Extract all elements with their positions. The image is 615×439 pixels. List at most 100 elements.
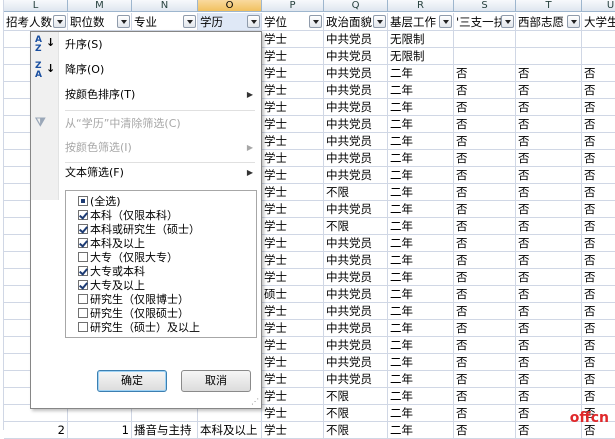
table-cell[interactable]: 学士 xyxy=(262,422,324,439)
checklist-item[interactable]: 研究生（仅限硕士） xyxy=(78,307,189,321)
checklist-item[interactable]: 研究生（硕士）及以上 xyxy=(78,321,200,335)
table-cell[interactable]: 学士 xyxy=(262,337,324,354)
table-cell[interactable]: 学士 xyxy=(262,405,324,422)
table-cell[interactable]: 否 xyxy=(454,388,516,405)
checklist-item[interactable]: 本科（仅限本科） xyxy=(78,209,178,223)
checkbox[interactable] xyxy=(78,224,88,234)
table-cell[interactable]: 否 xyxy=(582,354,615,371)
cancel-button[interactable]: 取消 xyxy=(181,370,251,392)
table-cell[interactable]: 二年 xyxy=(388,354,454,371)
table-cell[interactable]: 否 xyxy=(582,184,615,201)
table-cell[interactable]: 中共党员 xyxy=(324,320,388,337)
table-cell[interactable]: 否 xyxy=(516,116,582,133)
table-cell[interactable]: 否 xyxy=(516,150,582,167)
table-cell[interactable]: 中共党员 xyxy=(324,354,388,371)
table-cell[interactable]: 否 xyxy=(582,269,615,286)
table-cell[interactable]: 否 xyxy=(454,269,516,286)
table-cell[interactable]: 不限 xyxy=(324,405,388,422)
filter-dropdown-button[interactable] xyxy=(309,15,322,28)
table-cell[interactable]: 否 xyxy=(582,303,615,320)
table-cell[interactable]: 否 xyxy=(516,337,582,354)
table-cell[interactable]: 否 xyxy=(582,116,615,133)
column-letter-l[interactable]: L xyxy=(4,0,68,12)
table-cell[interactable]: 不限 xyxy=(324,218,388,235)
table-cell[interactable]: 学士 xyxy=(262,99,324,116)
table-cell[interactable]: 否 xyxy=(582,286,615,303)
table-cell[interactable]: 否 xyxy=(454,116,516,133)
table-cell[interactable]: 否 xyxy=(454,133,516,150)
table-cell[interactable]: 否 xyxy=(516,201,582,218)
table-cell[interactable]: 二年 xyxy=(388,303,454,320)
table-cell[interactable]: 否 xyxy=(582,167,615,184)
table-cell[interactable]: 否 xyxy=(454,337,516,354)
table-cell[interactable]: 中共党员 xyxy=(324,371,388,388)
table-cell[interactable]: 否 xyxy=(454,252,516,269)
table-cell[interactable]: 否 xyxy=(454,235,516,252)
column-letter-p[interactable]: P xyxy=(262,0,324,12)
table-cell[interactable]: 学士 xyxy=(262,48,324,65)
table-cell[interactable]: 否 xyxy=(454,405,516,422)
table-cell[interactable]: 二年 xyxy=(388,201,454,218)
table-cell[interactable]: 否 xyxy=(516,167,582,184)
table-cell[interactable]: 否 xyxy=(516,218,582,235)
table-cell[interactable] xyxy=(582,31,615,48)
checkbox[interactable] xyxy=(78,210,88,220)
table-cell[interactable]: 二年 xyxy=(388,252,454,269)
table-cell[interactable]: 二年 xyxy=(388,116,454,133)
table-cell[interactable]: 否 xyxy=(454,218,516,235)
table-cell[interactable]: 学士 xyxy=(262,235,324,252)
checklist-item[interactable]: 大专（仅限大专） xyxy=(78,251,178,265)
table-cell[interactable] xyxy=(454,31,516,48)
table-cell[interactable]: 二年 xyxy=(388,337,454,354)
table-cell[interactable]: 否 xyxy=(582,99,615,116)
filter-dropdown-button[interactable] xyxy=(247,15,260,28)
table-cell[interactable]: 否 xyxy=(582,150,615,167)
table-cell[interactable]: 二年 xyxy=(388,133,454,150)
table-cell[interactable]: 1 xyxy=(68,422,132,439)
table-cell[interactable]: 否 xyxy=(516,99,582,116)
column-letter-n[interactable]: N xyxy=(132,0,198,12)
table-cell[interactable]: 中共党员 xyxy=(324,82,388,99)
table-cell[interactable]: 中共党员 xyxy=(324,99,388,116)
table-cell[interactable]: 否 xyxy=(582,252,615,269)
table-cell[interactable]: 不限 xyxy=(324,388,388,405)
checkbox[interactable] xyxy=(78,280,88,290)
sort-by-color-item[interactable]: 按颜色排序(T) ▶ xyxy=(59,84,259,106)
ok-button[interactable]: 确定 xyxy=(97,370,167,392)
table-cell[interactable]: 二年 xyxy=(388,235,454,252)
table-cell[interactable]: 否 xyxy=(582,218,615,235)
table-cell[interactable]: 硕士 xyxy=(262,286,324,303)
table-cell[interactable]: 否 xyxy=(454,303,516,320)
table-cell[interactable]: 否 xyxy=(516,235,582,252)
table-cell[interactable]: 中共党员 xyxy=(324,235,388,252)
table-cell[interactable]: 二年 xyxy=(388,150,454,167)
table-cell[interactable]: 二年 xyxy=(388,422,454,439)
column-letter-q[interactable]: Q xyxy=(324,0,388,12)
column-letter-s[interactable]: S xyxy=(454,0,516,12)
table-cell[interactable]: 中共党员 xyxy=(324,31,388,48)
table-cell[interactable]: 中共党员 xyxy=(324,65,388,82)
table-cell[interactable]: 2 xyxy=(4,422,68,439)
table-cell[interactable]: 否 xyxy=(454,150,516,167)
table-cell[interactable]: 中共党员 xyxy=(324,269,388,286)
table-cell[interactable]: 中共党员 xyxy=(324,133,388,150)
table-cell[interactable]: 否 xyxy=(582,337,615,354)
table-cell[interactable]: 学士 xyxy=(262,82,324,99)
table-cell[interactable]: 学士 xyxy=(262,184,324,201)
table-cell[interactable]: 学士 xyxy=(262,320,324,337)
table-cell[interactable]: 中共党员 xyxy=(324,303,388,320)
table-cell[interactable]: 否 xyxy=(516,354,582,371)
table-cell[interactable]: 不限 xyxy=(324,184,388,201)
checkbox[interactable] xyxy=(78,196,88,206)
table-cell[interactable]: 中共党员 xyxy=(324,150,388,167)
table-cell[interactable]: 无限制 xyxy=(388,48,454,65)
table-cell[interactable]: 否 xyxy=(516,388,582,405)
table-cell[interactable]: 二年 xyxy=(388,320,454,337)
filter-dropdown-button[interactable] xyxy=(439,15,452,28)
table-cell[interactable]: 二年 xyxy=(388,65,454,82)
table-cell[interactable]: 学士 xyxy=(262,371,324,388)
table-cell[interactable]: 否 xyxy=(582,320,615,337)
filter-dropdown-button[interactable] xyxy=(53,15,66,28)
table-cell[interactable]: 二年 xyxy=(388,286,454,303)
table-cell[interactable]: 中共党员 xyxy=(324,286,388,303)
